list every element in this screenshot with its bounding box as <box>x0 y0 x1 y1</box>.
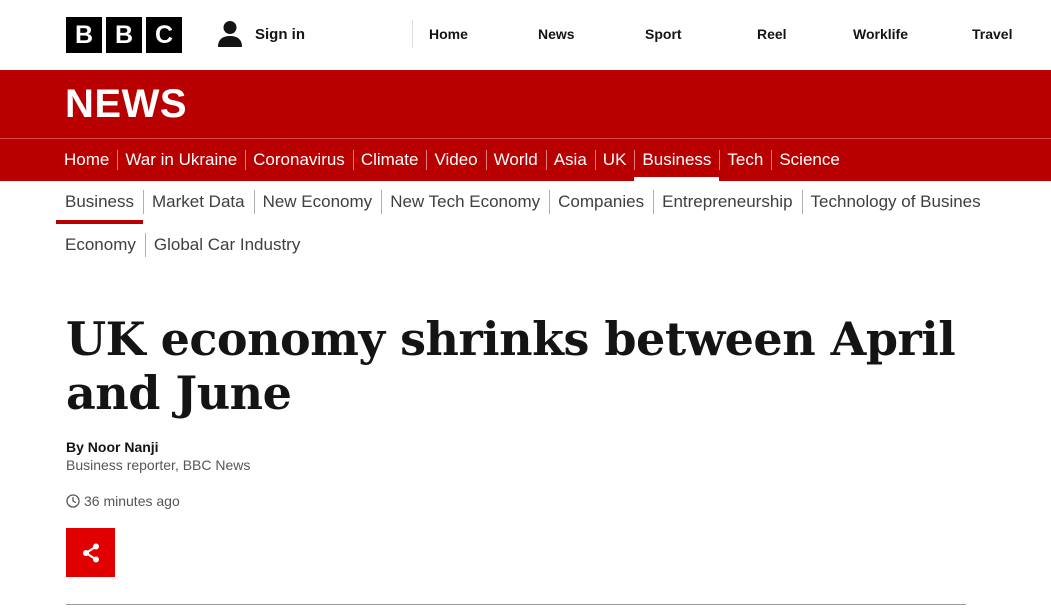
byline-role: Business reporter, BBC News <box>66 457 251 473</box>
news-wordmark[interactable]: NEWS <box>65 82 187 127</box>
share-icon <box>82 543 99 562</box>
news-nav-video[interactable]: Video <box>426 139 485 181</box>
sign-in-label: Sign in <box>255 25 305 43</box>
article-headline: UK economy shrinks between April and Jun… <box>66 312 956 420</box>
bbc-logo[interactable]: B B C <box>66 17 182 53</box>
user-icon <box>218 21 242 47</box>
business-secondary-nav: Business Market Data New Economy New Tech E… <box>56 181 1051 267</box>
secondary-nav-row: Business Market Data New Economy New Tech E… <box>56 181 1051 224</box>
byline: By Noor Nanji Business reporter, BBC New… <box>66 438 250 474</box>
global-nav: Home News Sport Reel Worklife Travel <box>412 20 1012 48</box>
sign-in-link[interactable]: Sign in <box>215 18 305 50</box>
global-nav-home[interactable]: Home <box>429 20 468 48</box>
business-nav-new-tech-economy[interactable]: New Tech Economy <box>381 181 549 224</box>
timestamp-text: 36 minutes ago <box>84 493 180 509</box>
news-nav-climate[interactable]: Climate <box>352 139 427 181</box>
article-timestamp: 36 minutes ago <box>66 492 180 510</box>
bbc-logo-letter: B <box>106 17 142 53</box>
news-nav-asia[interactable]: Asia <box>545 139 595 181</box>
news-nav-coronavirus[interactable]: Coronavirus <box>245 139 353 181</box>
bbc-logo-letter: B <box>66 17 102 53</box>
business-nav-new-economy[interactable]: New Economy <box>253 181 382 224</box>
news-banner: NEWS Home War in Ukraine Coronavirus Climat… <box>0 70 1051 181</box>
article-divider <box>66 604 966 605</box>
news-primary-nav: Home War in Ukraine Coronavirus Climate Vide… <box>56 139 848 181</box>
news-nav-home[interactable]: Home <box>56 139 117 181</box>
global-nav-sport[interactable]: Sport <box>645 20 682 48</box>
masthead: B B C Sign in Home News Sport Reel Workl… <box>0 0 1051 70</box>
business-nav-companies[interactable]: Companies <box>549 181 653 224</box>
global-nav-news[interactable]: News <box>538 20 575 48</box>
global-nav-worklife[interactable]: Worklife <box>853 20 908 48</box>
business-nav-entrepreneurship[interactable]: Entrepreneurship <box>653 181 801 224</box>
business-nav-global-car-industry[interactable]: Global Car Industry <box>144 224 309 267</box>
byline-author: By Noor Nanji <box>66 439 159 455</box>
bbc-logo-letter: C <box>146 17 182 53</box>
share-button[interactable] <box>66 528 115 577</box>
news-nav-uk[interactable]: UK <box>594 139 635 181</box>
clock-icon <box>66 494 80 508</box>
news-nav-war-in-ukraine[interactable]: War in Ukraine <box>117 139 245 181</box>
global-nav-travel[interactable]: Travel <box>972 20 1012 48</box>
news-nav-world[interactable]: World <box>485 139 546 181</box>
secondary-nav-row: Economy Global Car Industry <box>56 224 1051 267</box>
news-nav-science[interactable]: Science <box>771 139 847 181</box>
news-nav-tech[interactable]: Tech <box>719 139 771 181</box>
global-nav-reel[interactable]: Reel <box>757 20 787 48</box>
business-nav-market-data[interactable]: Market Data <box>142 181 254 224</box>
business-nav-economy[interactable]: Economy <box>56 224 145 267</box>
business-nav-technology-of-busines[interactable]: Technology of Busines <box>801 181 990 224</box>
business-nav-business[interactable]: Business <box>56 181 143 224</box>
news-nav-business[interactable]: Business <box>634 139 720 181</box>
